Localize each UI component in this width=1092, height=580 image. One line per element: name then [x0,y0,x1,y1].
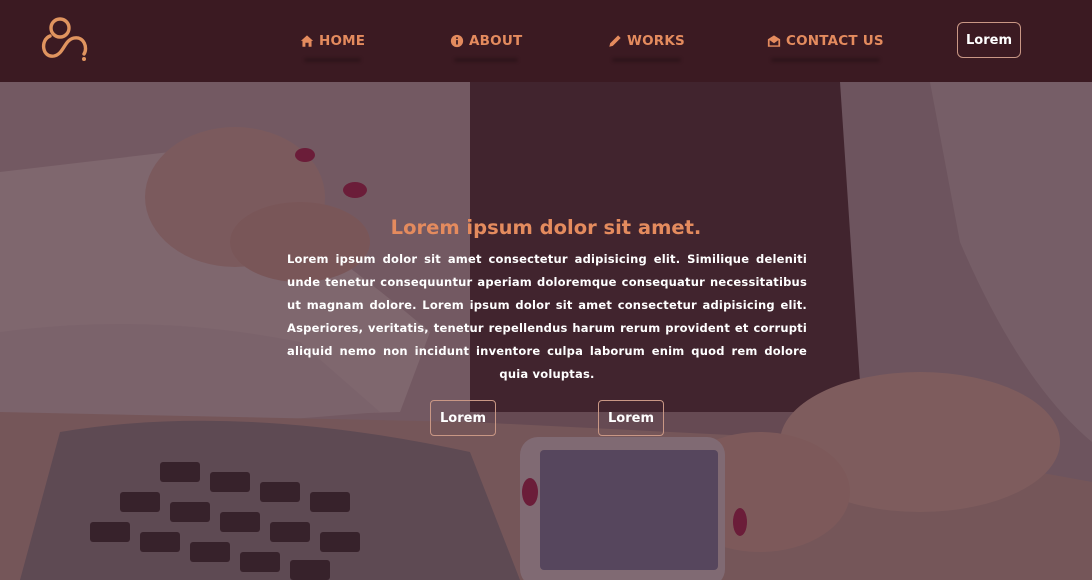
nav-about[interactable]: ABOUT [450,30,522,52]
brand-logo[interactable] [38,14,90,62]
envelope-open-icon [767,35,781,47]
home-icon [300,35,314,47]
hero-description: Lorem ipsum dolor sit amet consectetur a… [287,252,807,381]
hero-title: Lorem ipsum dolor sit amet. [390,216,702,239]
nav-works-label: WORKS [627,33,685,49]
header-cta-button[interactable]: Lorem [957,22,1021,58]
nav-works[interactable]: WORKS [608,30,685,52]
nav-home[interactable]: HOME [300,30,365,52]
hero-secondary-button[interactable]: Lorem [598,400,664,436]
info-icon [450,34,464,48]
nav-about-label: ABOUT [469,33,523,49]
nav-contact-label: CONTACT US [786,33,884,49]
nav-home-label: HOME [319,33,366,49]
pencil-icon [609,35,621,47]
hero-section: Lorem ipsum dolor sit amet. Lorem ipsum … [0,82,1092,580]
logo-icon [42,17,88,61]
navbar: HOME ABOUT WORKS CONTACT US Lorem [0,0,1092,82]
nav-contact[interactable]: CONTACT US [767,30,884,52]
hero-primary-button[interactable]: Lorem [430,400,496,436]
